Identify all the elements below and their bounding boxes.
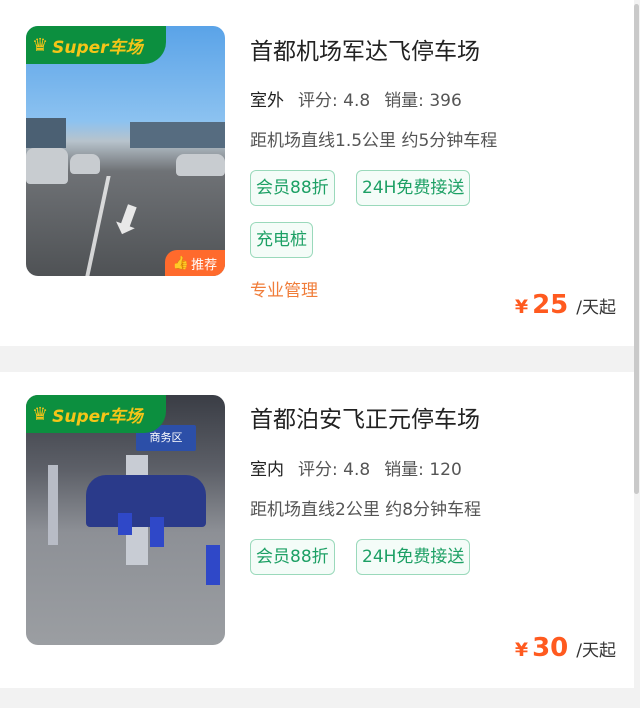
price: ¥ 30 /天起 (514, 633, 616, 663)
rating: 评分: 4.8 (298, 460, 371, 480)
environment-label: 室外 (250, 86, 284, 113)
parking-lot-image[interactable]: ⬇ ♛ Super车场 👍 推荐 (26, 26, 225, 276)
sales: 销量: 396 (384, 91, 462, 111)
parking-lot-image[interactable]: 商务区 ♛ Super车场 (26, 395, 225, 645)
management-label: 专业管理 (250, 281, 318, 301)
distance-info: 距机场直线2公里 约8分钟车程 (250, 500, 482, 520)
environment-label: 室内 (250, 455, 284, 482)
crown-icon: ♛ (32, 403, 49, 425)
thumbs-up-icon: 👍 (172, 255, 190, 271)
scrollbar[interactable] (634, 4, 639, 494)
super-parking-badge: ♛ Super车场 (26, 26, 166, 64)
tag-free-shuttle: 24H免费接送 (356, 170, 471, 206)
sales: 销量: 120 (384, 460, 462, 480)
recommend-badge: 👍 推荐 (165, 250, 225, 276)
parking-lot-meta: 室内 评分: 4.8 销量: 120 (250, 455, 462, 482)
tag-charging-station: 充电桩 (250, 222, 313, 258)
tag-member-discount: 会员88折 (250, 539, 335, 575)
rating: 评分: 4.8 (298, 91, 371, 111)
crown-icon: ♛ (32, 34, 49, 56)
price: ¥ 25 /天起 (514, 290, 616, 320)
distance-info: 距机场直线1.5公里 约5分钟车程 (250, 131, 498, 151)
tag-member-discount: 会员88折 (250, 170, 335, 206)
parking-lot-title[interactable]: 首都泊安飞正元停车场 (250, 400, 480, 434)
tag-free-shuttle: 24H免费接送 (356, 539, 471, 575)
parking-lot-title[interactable]: 首都机场军达飞停车场 (250, 32, 480, 66)
super-parking-badge: ♛ Super车场 (26, 395, 166, 433)
parking-lot-meta: 室外 评分: 4.8 销量: 396 (250, 86, 462, 113)
